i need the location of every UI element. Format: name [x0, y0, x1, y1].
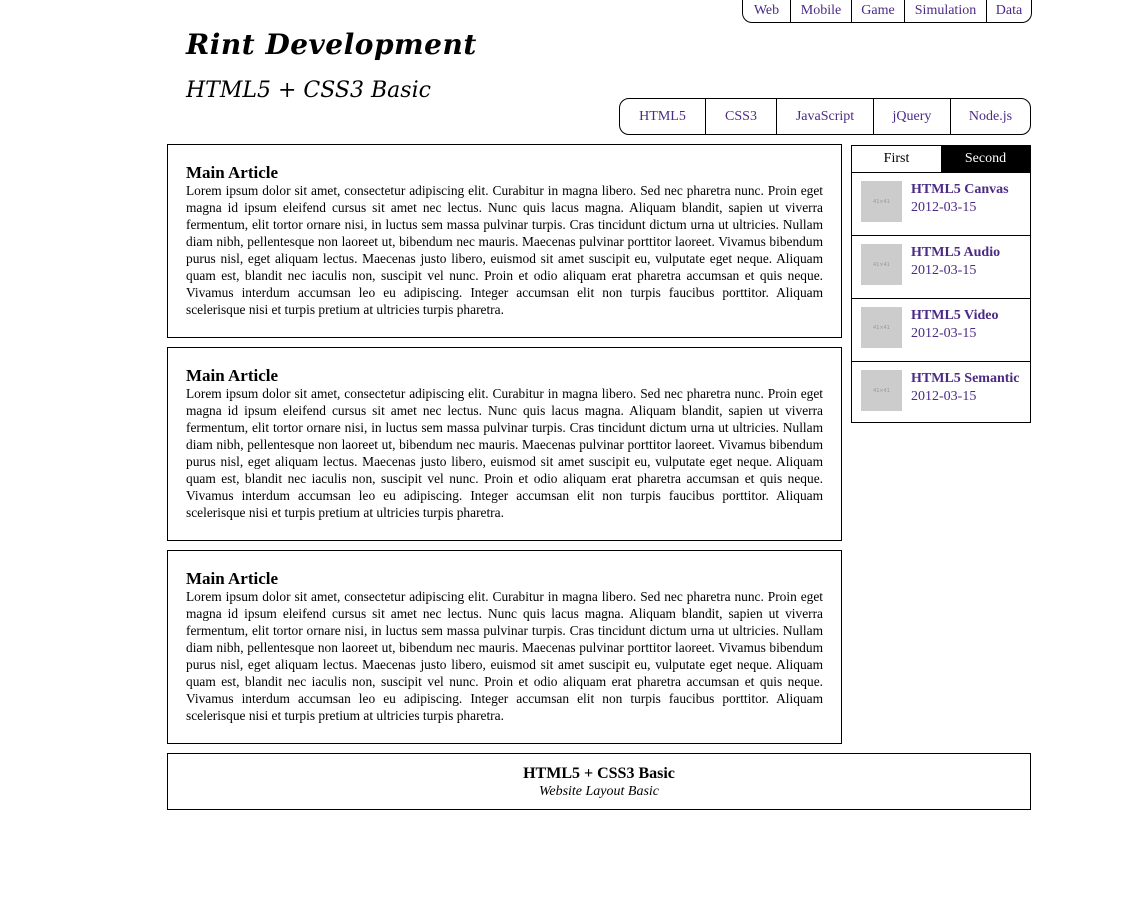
article-3: Main Article Lorem ipsum dolor sit amet,… — [167, 550, 842, 744]
sidebar-tabs: First Second — [852, 146, 1030, 173]
article-body: Lorem ipsum dolor sit amet, consectetur … — [186, 183, 823, 317]
footer-title: HTML5 + CSS3 Basic — [523, 765, 675, 782]
article-title: Main Article — [186, 569, 279, 588]
thumbnail-image: 41×41 — [861, 370, 902, 411]
tab-first[interactable]: First — [852, 146, 941, 172]
sidebar-item-date: 2012-03-15 — [911, 200, 977, 215]
main-nav-css3[interactable]: CSS3 — [705, 99, 776, 134]
footer: HTML5 + CSS3 Basic Website Layout Basic — [167, 753, 1031, 810]
footer-subtitle: Website Layout Basic — [538, 784, 660, 799]
thumbnail-image: 41×41 — [861, 244, 902, 285]
sidebar-item-title[interactable]: HTML5 Audio — [911, 244, 1021, 262]
top-nav-simulation[interactable]: Simulation — [904, 0, 986, 22]
thumbnail-image: 41×41 — [861, 181, 902, 222]
main-nav-html5[interactable]: HTML5 — [620, 99, 705, 134]
top-nav-mobile[interactable]: Mobile — [790, 0, 851, 22]
sidebar-item[interactable]: 41×41 HTML5 Audio 2012-03-15 — [852, 236, 1030, 299]
article-body: Lorem ipsum dolor sit amet, consectetur … — [186, 589, 823, 723]
main-nav-jquery[interactable]: jQuery — [873, 99, 950, 134]
top-nav-data[interactable]: Data — [986, 0, 1031, 22]
article-2: Main Article Lorem ipsum dolor sit amet,… — [167, 347, 842, 541]
article-1: Main Article Lorem ipsum dolor sit amet,… — [167, 144, 842, 338]
main-nav-nodejs[interactable]: Node.js — [950, 99, 1030, 134]
article-title: Main Article — [186, 163, 279, 182]
sidebar-item[interactable]: 41×41 HTML5 Canvas 2012-03-15 — [852, 173, 1030, 236]
sidebar: First Second 41×41 HTML5 Canvas 2012-03-… — [851, 145, 1031, 423]
tab-second[interactable]: Second — [941, 146, 1030, 172]
sidebar-item-date: 2012-03-15 — [911, 389, 977, 404]
top-nav: Web Mobile Game Simulation Data — [742, 0, 1032, 23]
site-subtitle: HTML5 + CSS3 Basic — [186, 78, 431, 103]
main-nav: HTML5 CSS3 JavaScript jQuery Node.js — [619, 98, 1031, 135]
sidebar-item[interactable]: 41×41 HTML5 Semantic 2012-03-15 — [852, 362, 1030, 425]
sidebar-item-date: 2012-03-15 — [911, 326, 977, 341]
sidebar-item-title[interactable]: HTML5 Video — [911, 307, 1021, 325]
site-title: Rint Development — [186, 28, 477, 61]
article-title: Main Article — [186, 366, 279, 385]
article-body: Lorem ipsum dolor sit amet, consectetur … — [186, 386, 823, 520]
top-nav-game[interactable]: Game — [851, 0, 904, 22]
sidebar-item[interactable]: 41×41 HTML5 Video 2012-03-15 — [852, 299, 1030, 362]
thumbnail-image: 41×41 — [861, 307, 902, 348]
sidebar-item-date: 2012-03-15 — [911, 263, 977, 278]
main-nav-javascript[interactable]: JavaScript — [776, 99, 873, 134]
top-nav-web[interactable]: Web — [743, 0, 790, 22]
sidebar-item-title[interactable]: HTML5 Semantic — [911, 370, 1021, 388]
sidebar-item-title[interactable]: HTML5 Canvas — [911, 181, 1021, 199]
